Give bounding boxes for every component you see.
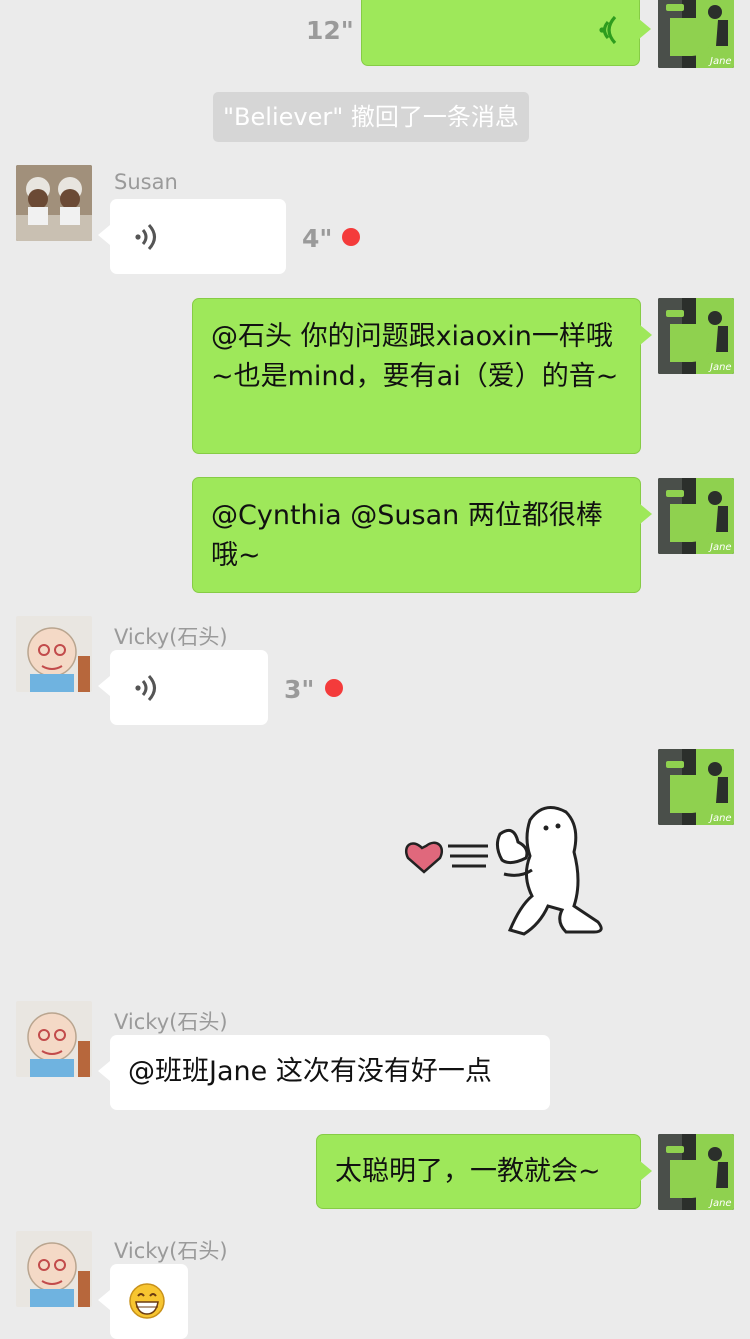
system-recall-notice: "Believer" 撤回了一条消息 xyxy=(213,92,529,142)
baby-drawing-icon xyxy=(16,1001,92,1077)
svg-text:Jane: Jane xyxy=(708,1198,732,1209)
sender-name: Susan xyxy=(114,170,178,194)
jane-logo-icon: Jane xyxy=(658,0,734,68)
message-text: @石头 你的问题跟xiaoxin一样哦~也是mind，要有ai（爱）的音~ xyxy=(211,321,619,392)
text-message-bubble[interactable]: @Cynthia @Susan 两位都很棒哦~ xyxy=(192,477,652,593)
svg-text:Jane: Jane xyxy=(708,813,732,824)
sender-name: Vicky(石头) xyxy=(114,625,228,649)
text-message-bubble[interactable]: @石头 你的问题跟xiaoxin一样哦~也是mind，要有ai（爱）的音~ xyxy=(192,298,652,454)
voice-duration: 4" xyxy=(302,224,333,253)
text-message-bubble[interactable]: @班班Jane 这次有没有好一点 xyxy=(98,1035,550,1110)
voice-message-bubble[interactable] xyxy=(98,650,268,725)
message-text: @Cynthia @Susan 两位都很棒哦~ xyxy=(211,500,603,571)
unread-dot xyxy=(342,228,360,246)
voice-wave-icon xyxy=(135,223,156,251)
message-text: 太聪明了，一教就会~ xyxy=(335,1156,601,1187)
jane-logo-icon: Jane xyxy=(658,1134,734,1210)
svg-text:Jane: Jane xyxy=(708,362,732,373)
voice-duration: 3" xyxy=(284,675,315,704)
jane-avatar[interactable]: Jane xyxy=(658,1134,734,1210)
vicky-avatar[interactable] xyxy=(16,1001,92,1077)
vicky-avatar[interactable] xyxy=(16,1231,92,1307)
grinning-emoji-icon xyxy=(129,1283,165,1319)
baby-drawing-icon xyxy=(16,616,92,692)
emoji-message-bubble[interactable] xyxy=(98,1264,188,1339)
svg-text:Jane: Jane xyxy=(708,56,732,67)
sender-name: Vicky(石头) xyxy=(114,1010,228,1034)
dolls-photo-icon xyxy=(16,165,92,241)
voice-duration: 12" xyxy=(306,16,354,45)
voice-wave-icon xyxy=(135,674,156,702)
text-message-bubble[interactable]: 太聪明了，一教就会~ xyxy=(316,1134,652,1209)
vicky-avatar[interactable] xyxy=(16,616,92,692)
jane-avatar[interactable]: Jane xyxy=(658,749,734,825)
jane-avatar[interactable]: Jane xyxy=(658,478,734,554)
susan-avatar[interactable] xyxy=(16,165,92,241)
svg-text:Jane: Jane xyxy=(708,542,732,553)
jane-avatar[interactable]: Jane xyxy=(658,298,734,374)
jane-logo-icon: Jane xyxy=(658,298,734,374)
heart-icon xyxy=(405,841,443,874)
baby-drawing-icon xyxy=(16,1231,92,1307)
voice-message-bubble[interactable] xyxy=(361,0,651,66)
jane-logo-icon: Jane xyxy=(658,749,734,825)
heart-kneeling-sticker[interactable] xyxy=(400,800,640,950)
voice-message-bubble[interactable] xyxy=(98,199,286,274)
sender-name: Vicky(石头) xyxy=(114,1239,228,1263)
voice-wave-icon xyxy=(599,15,617,45)
jane-avatar[interactable]: Jane xyxy=(658,0,734,68)
message-text: @班班Jane 这次有没有好一点 xyxy=(128,1056,492,1087)
unread-dot xyxy=(325,679,343,697)
jane-logo-icon: Jane xyxy=(658,478,734,554)
